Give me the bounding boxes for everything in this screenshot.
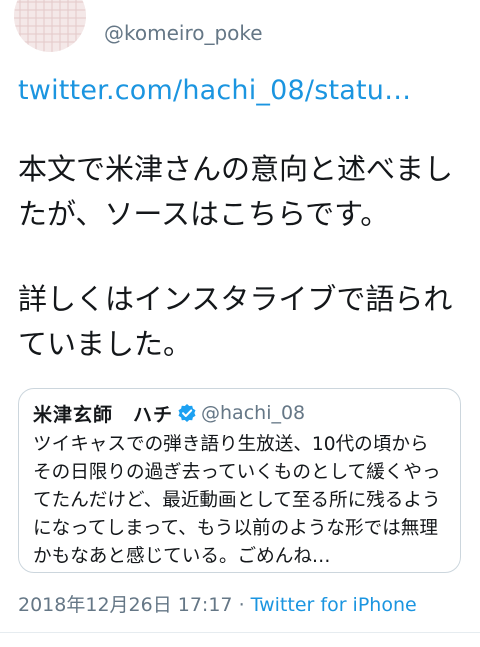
tweet-paragraph-2: 詳しくはインスタライブで語られていました。	[18, 282, 453, 361]
tweet-text: 本文で米津さんの意向と述べましたが、ソースはこちらです。 詳しくはインスタライブ…	[18, 147, 480, 367]
display-name-fragment: ゛	[202, 0, 222, 11]
quoted-author-name: 米津玄師 ハチ	[33, 403, 174, 426]
quoted-author-handle: @hachi_08	[201, 402, 306, 424]
quoted-tweet-text: ツイキャスでの弾き語り生放送、10代の頃からその日限りの過ぎ去っていくものとして…	[33, 434, 441, 567]
tweet-paragraph-1: 本文で米津さんの意向と述べましたが、ソースはこちらです。	[18, 152, 454, 231]
tweet-detail-screen: ゛ @komeiro_poke twitter.com/hachi_08/sta…	[0, 0, 480, 647]
quoted-tweet-header: 米津玄師 ハチ @hachi_08	[33, 399, 446, 427]
avatar[interactable]	[14, 0, 86, 52]
tweet-header: ゛ @komeiro_poke	[0, 0, 480, 60]
tweet-metadata: 2018年12月26日 17:17 · Twitter for iPhone	[18, 590, 417, 617]
avatar-image	[14, 0, 86, 52]
tweet-timestamp[interactable]: 2018年12月26日 17:17	[18, 594, 233, 616]
tweet-url-link[interactable]: twitter.com/hachi_08/statu…	[18, 75, 411, 106]
verified-badge-icon	[177, 403, 197, 423]
tweet-source-link[interactable]: Twitter for iPhone	[251, 594, 417, 616]
divider	[0, 632, 480, 633]
meta-separator: ·	[238, 594, 245, 616]
quoted-tweet-card[interactable]: 米津玄師 ハチ @hachi_08 ツイキャスでの弾き語り生放送、10代の頃から…	[18, 388, 461, 573]
author-handle[interactable]: @komeiro_poke	[104, 21, 263, 45]
